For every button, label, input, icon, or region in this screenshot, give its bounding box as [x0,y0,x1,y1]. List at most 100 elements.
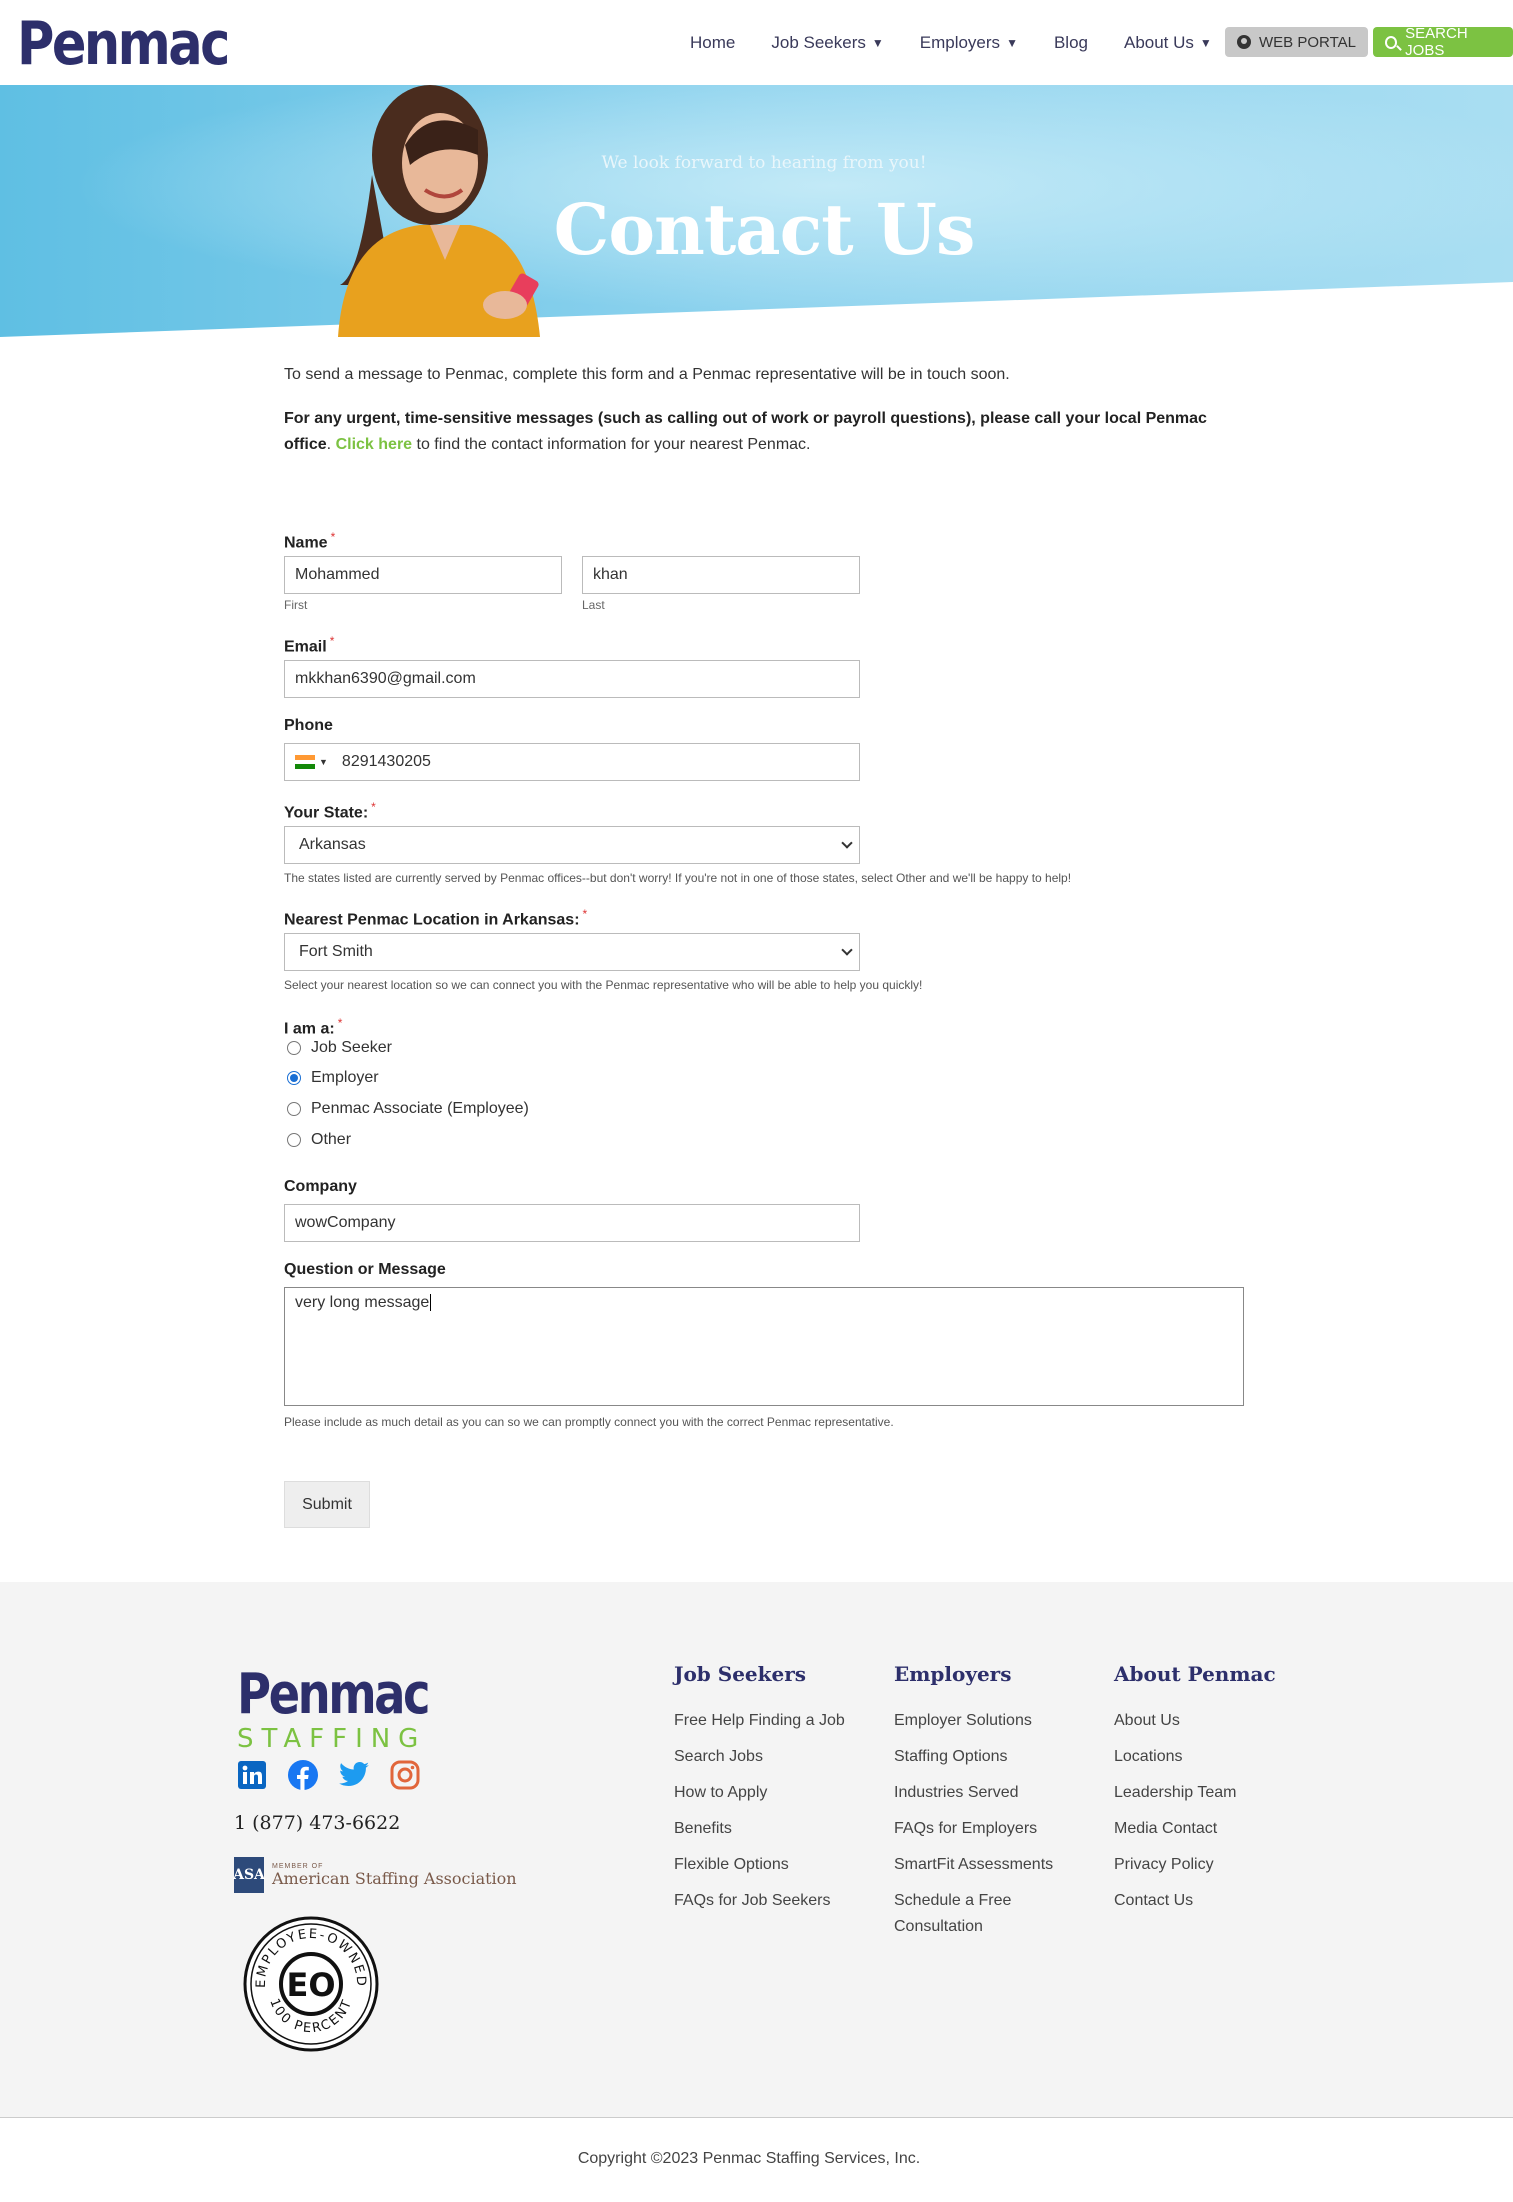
caret-down-icon: ▼ [1006,35,1018,50]
location-select[interactable]: Fort Smith [284,933,860,971]
footer-link[interactable]: Schedule a Free Consultation [894,1888,1034,1940]
last-sublabel: Last [582,598,605,612]
email-field[interactable]: mkkhan6390@gmail.com [284,660,860,698]
state-select[interactable]: Arkansas [284,826,860,864]
radio-button[interactable] [287,1071,301,1085]
footer-logo[interactable]: Penmac STAFFING [237,1667,467,1754]
location-value: Fort Smith [299,943,373,960]
caret-down-icon: ▼ [1199,35,1212,50]
radio-label: Penmac Associate (Employee) [311,1100,529,1117]
first-name-input[interactable]: Mohammed [284,556,562,594]
footer-column-about-penmac: About Penmac About Us Locations Leadership … [1114,1662,1276,1924]
iam-option-penmac[interactable]: Penmac Associate (Employee) [287,1100,529,1118]
radio-button[interactable] [287,1133,301,1147]
radio-label: Employer [311,1069,379,1086]
state-hint: The states listed are currently served b… [284,871,1072,885]
phone-label: Phone [284,717,333,734]
state-value: Arkansas [299,836,366,853]
footer-link[interactable]: Flexible Options [674,1852,845,1878]
linkedin-icon[interactable] [237,1760,267,1790]
iam-option-other[interactable]: Other [287,1131,351,1149]
asa-member-logo[interactable]: ASA MEMBER OF American Staffing Associat… [233,1857,517,1893]
footer-phone[interactable]: 1 (877) 473-6622 [234,1812,400,1834]
message-value: very long message [295,1294,430,1311]
country-dropdown-caret[interactable]: ▼ [319,757,328,767]
footer-link[interactable]: Leadership Team [1114,1780,1276,1806]
message-hint: Please include as much detail as you can… [284,1415,894,1429]
footer-link[interactable]: Staffing Options [894,1744,1053,1770]
radio-button[interactable] [287,1102,301,1116]
text-cursor [430,1294,432,1311]
search-jobs-label: SEARCH JOBS [1405,25,1468,59]
footer-link[interactable]: Locations [1114,1744,1276,1770]
penmac-logo[interactable]: Penmac [17,10,230,78]
state-label: Your State: * [284,800,376,822]
footer-link[interactable]: FAQs for Employers [894,1816,1053,1842]
facebook-icon[interactable] [288,1760,318,1790]
name-label: Name * [284,530,336,552]
footer-column-title: Job Seekers [674,1662,807,1686]
hero-subtitle: We look forward to hearing from you! [601,153,927,173]
footer-link[interactable]: Employer Solutions [894,1708,1053,1734]
footer-link[interactable]: About Us [1114,1708,1276,1734]
footer-link[interactable]: Media Contact [1114,1816,1276,1842]
asa-name: American Staffing Association [272,1868,517,1888]
nav-item-blog[interactable]: Blog [1054,33,1088,53]
footer-link[interactable]: Search Jobs [674,1744,845,1770]
click-here-link[interactable]: Click here [336,436,412,453]
submit-button[interactable]: Submit [284,1481,370,1528]
india-flag-icon[interactable] [295,755,315,770]
iam-option-employer[interactable]: Employer [287,1069,379,1087]
chevron-down-icon [841,944,853,956]
nav-item-job-seekers[interactable]: Job Seekers ▼ [771,33,883,53]
message-textarea[interactable]: very long message [284,1287,1244,1406]
footer-link[interactable]: SmartFit Assessments [894,1852,1053,1878]
nav-item-home[interactable]: Home [690,33,735,53]
web-portal-button[interactable]: WEB PORTAL [1225,27,1368,57]
site-header: Penmac Home Job Seekers ▼ Employers ▼ Blog Abo… [0,0,1513,85]
intro-text: To send a message to Penmac, complete th… [284,362,1234,476]
radio-button[interactable] [287,1041,301,1055]
location-hint: Select your nearest location so we can c… [284,978,923,992]
instagram-icon[interactable] [390,1760,420,1790]
nav-item-label: About Us [1123,32,1194,52]
iam-option-job[interactable]: Job Seeker [287,1039,392,1057]
intro-line: To send a message to Penmac, complete th… [284,366,1010,383]
footer-logo-staffing: STAFFING [237,1724,427,1754]
message-label: Question or Message [284,1261,446,1278]
nav-item-about-us[interactable]: About Us ▼ [1124,33,1212,53]
footer-link[interactable]: Contact Us [1114,1888,1276,1914]
social-links [237,1760,420,1790]
phone-field[interactable]: ▼ 8291430205 [284,743,860,781]
footer-link[interactable]: Privacy Policy [1114,1852,1276,1878]
footer-link[interactable]: FAQs for Job Seekers [674,1888,845,1914]
urgent-tail: to find the contact information for your… [412,436,811,453]
location-label: Nearest Penmac Location in Arkansas: * [284,907,588,929]
last-name-input[interactable]: khan [582,556,860,594]
chevron-down-icon [841,837,853,849]
site-footer: Penmac STAFFING 1 (877) 473-6622 ASA MEM… [0,1582,1513,2117]
nav-item-employers[interactable]: Employers ▼ [920,33,1018,53]
hero-banner: We look forward to hearing from you! Con… [0,85,1513,337]
employee-owned-badge: EO EMPLOYEE-OWNED 100 PERCENT [243,1916,379,2057]
nav-item-label: Home [690,32,736,52]
footer-link[interactable]: Industries Served [894,1780,1053,1806]
footer-link[interactable]: Benefits [674,1816,845,1842]
email-label: Email * [284,634,335,656]
nav-item-label: Job Seekers [771,32,866,52]
caret-down-icon: ▼ [871,35,884,50]
radio-label: Job Seeker [311,1039,392,1056]
footer-column-employers: Employers Employer Solutions Staffing Opti… [894,1662,1053,1950]
search-jobs-button[interactable]: SEARCH JOBS [1373,25,1513,59]
company-field[interactable]: wowCompany [284,1204,860,1242]
footer-link[interactable]: How to Apply [674,1780,845,1806]
footer-link[interactable]: Free Help Finding a Job [674,1708,845,1734]
main-nav: Home Job Seekers ▼ Employers ▼ Blog About Us ▼ [690,0,1248,85]
flag-stripe [295,764,315,770]
search-icon [1385,35,1398,49]
twitter-icon[interactable] [339,1760,369,1790]
urgent-period: . [326,436,332,453]
asa-logo-mark: ASA [233,1857,265,1893]
copyright: Copyright ©2023 Penmac Staffing Services… [577,2150,921,2167]
first-sublabel: First [284,598,308,612]
